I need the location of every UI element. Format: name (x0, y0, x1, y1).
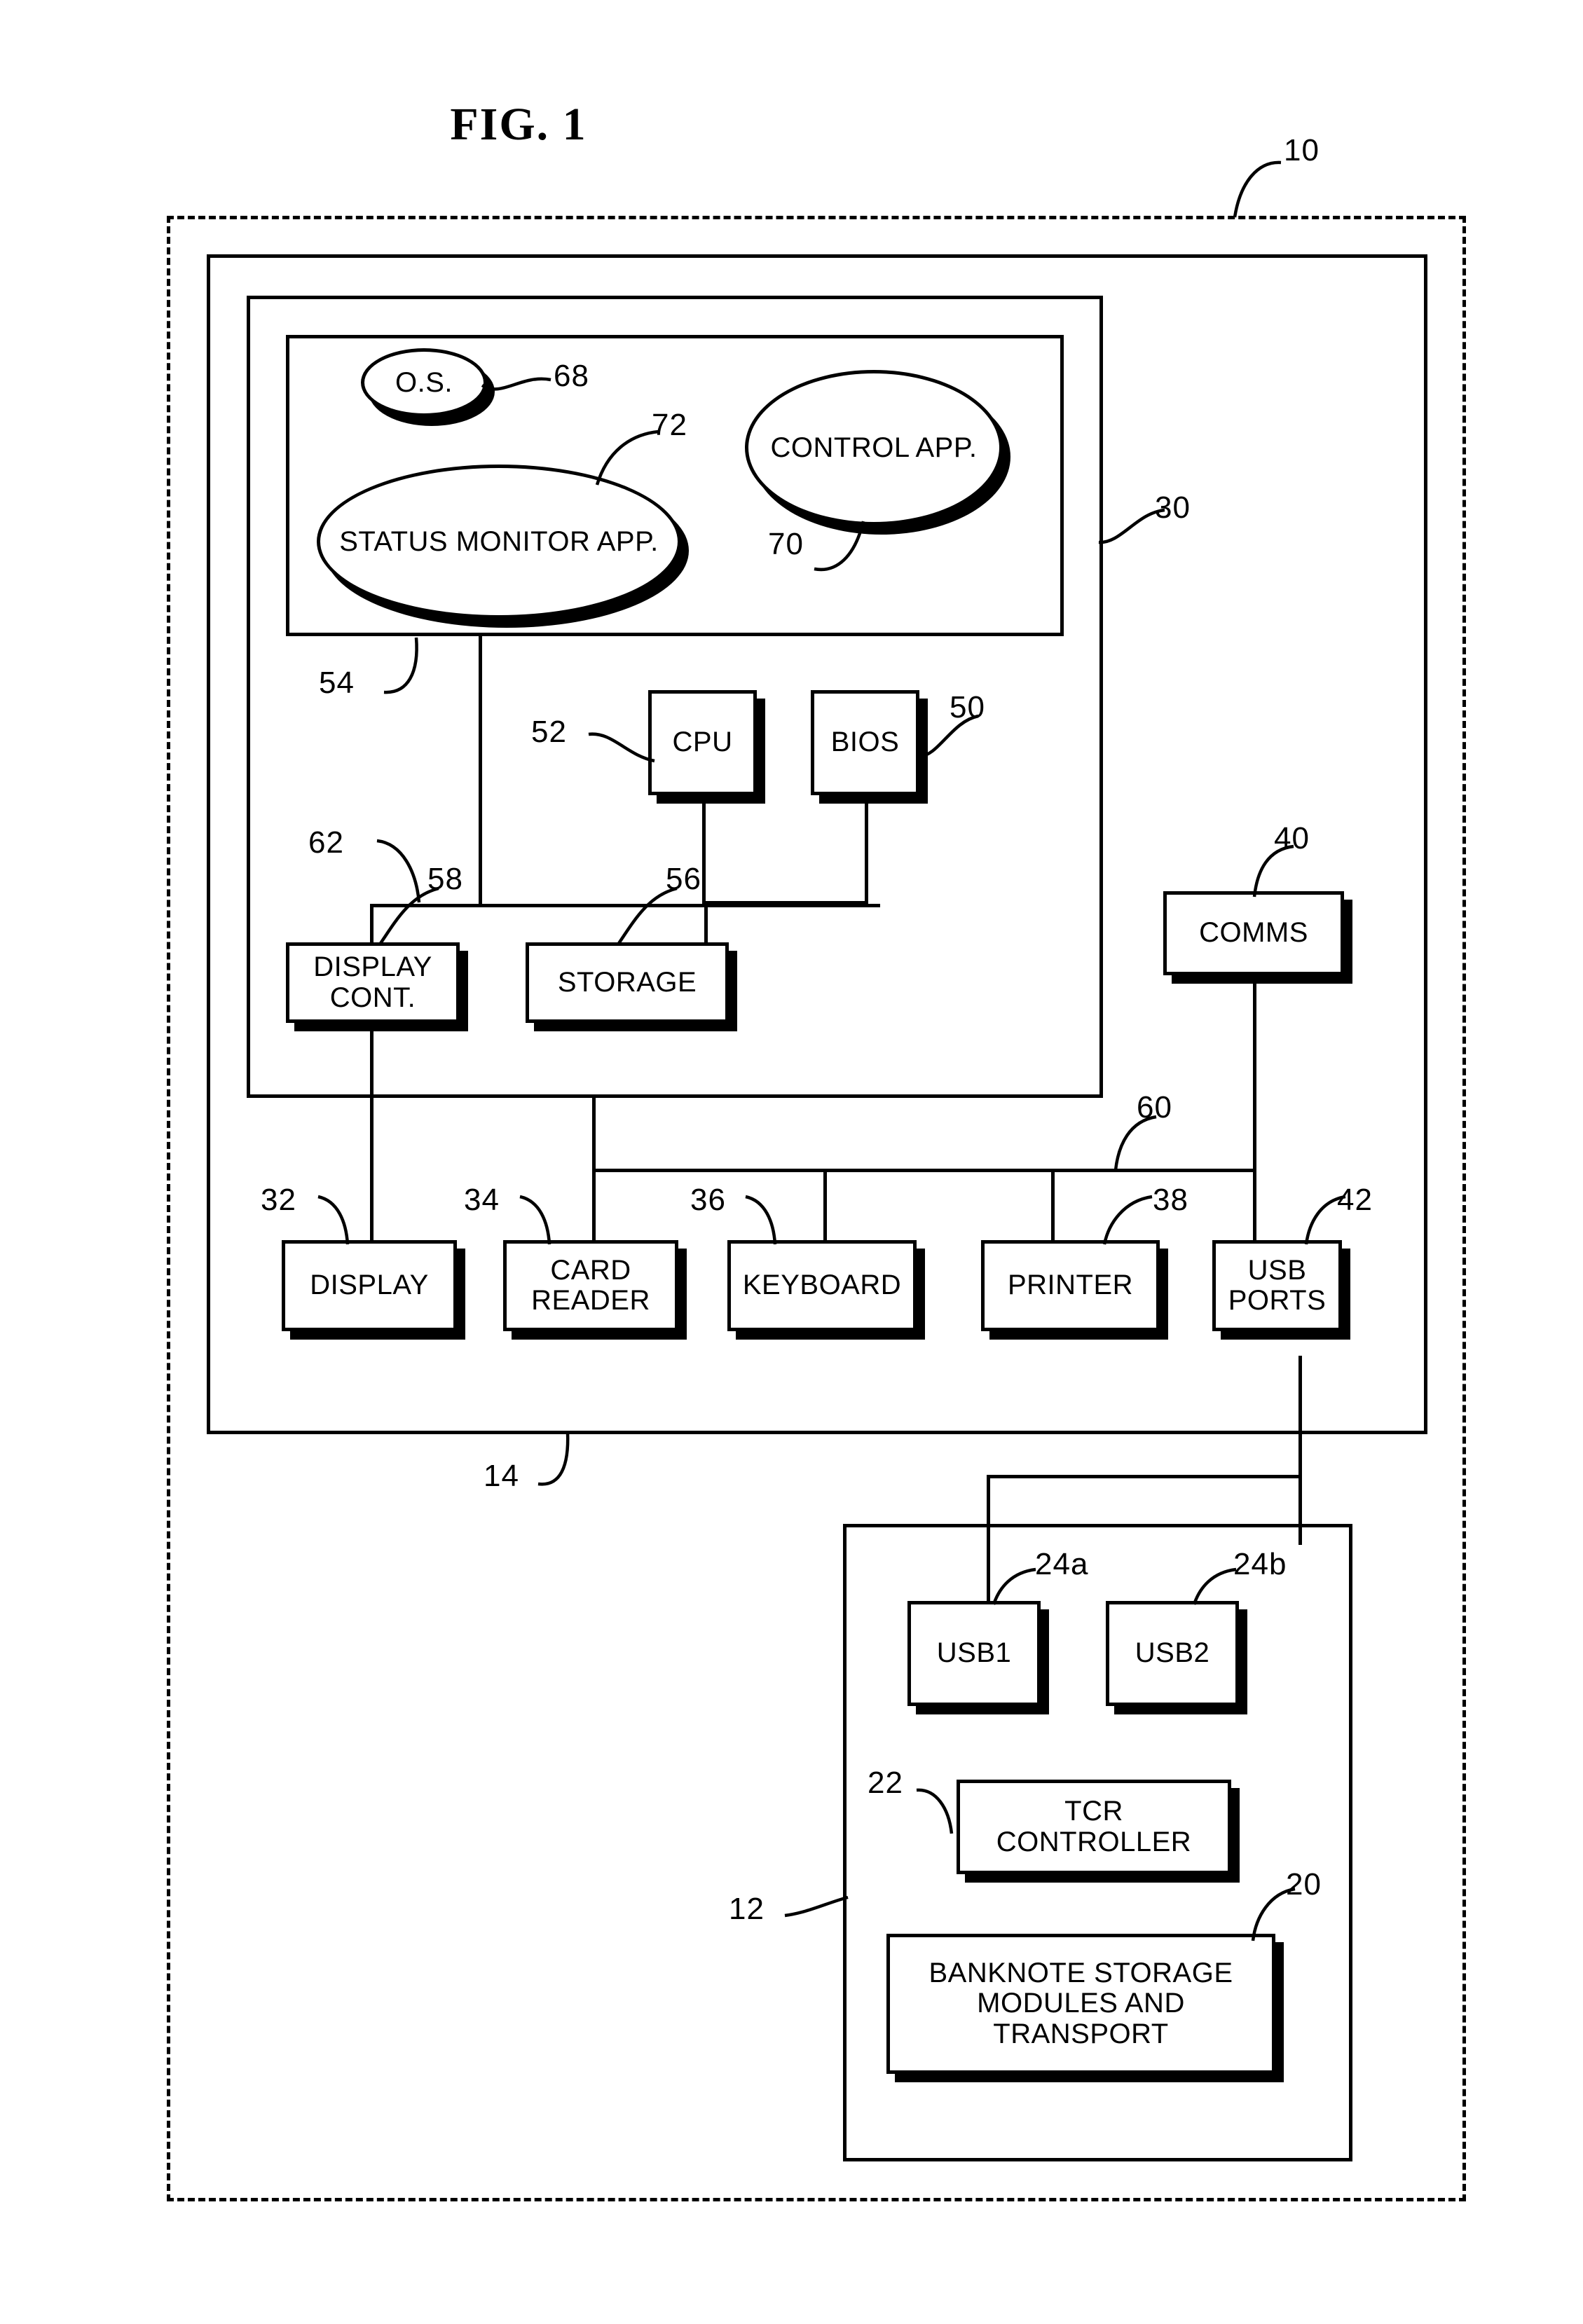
bios-box[interactable]: BIOS (811, 690, 919, 795)
card-reader-box[interactable]: CARD READER (503, 1240, 678, 1331)
comms-box[interactable]: COMMS (1163, 891, 1344, 975)
bios-label: BIOS (830, 727, 900, 758)
leader-38 (1102, 1195, 1153, 1245)
ref-20: 20 (1286, 1867, 1322, 1902)
ref-32: 32 (261, 1183, 296, 1217)
line-bios-down (865, 796, 868, 901)
printer-box[interactable]: PRINTER (981, 1240, 1160, 1331)
figure-title: FIG. 1 (450, 99, 587, 150)
ref-42: 42 (1337, 1183, 1373, 1217)
display-controller-label: DISPLAY CONT. (313, 951, 432, 1013)
control-app-label: CONTROL APP. (770, 432, 978, 463)
line-bus60-cardreader (592, 1169, 596, 1240)
usb-ports-label: USB PORTS (1228, 1254, 1327, 1316)
banknote-storage-label: BANKNOTE STORAGE MODULES AND TRANSPORT (928, 1958, 1233, 2049)
display-controller-box[interactable]: DISPLAY CONT. (286, 942, 460, 1023)
line-bus62-storage (704, 904, 708, 942)
leader-10 (1233, 160, 1282, 218)
display-box[interactable]: DISPLAY (282, 1240, 457, 1331)
cpu-box[interactable]: CPU (648, 690, 757, 795)
line-bus62-left (370, 904, 374, 942)
card-reader-label: CARD READER (531, 1254, 650, 1316)
usb1-label: USB1 (936, 1637, 1012, 1669)
keyboard-box[interactable]: KEYBOARD (727, 1240, 917, 1331)
line-bus60-usbports (1253, 1169, 1256, 1240)
storage-box[interactable]: STORAGE (526, 942, 729, 1023)
ref-24a: 24a (1035, 1547, 1089, 1581)
os-ellipse[interactable]: O.S. (361, 348, 487, 417)
line-usbports-down (1298, 1356, 1302, 1545)
leader-32 (317, 1195, 350, 1245)
ref-58: 58 (427, 862, 463, 896)
line-software-to-bus (479, 636, 482, 906)
storage-label: STORAGE (557, 966, 697, 998)
line-displaycont-to-display (370, 1023, 374, 1240)
ref-52: 52 (531, 715, 567, 749)
ref-36: 36 (690, 1183, 726, 1217)
banknote-storage-box[interactable]: BANKNOTE STORAGE MODULES AND TRANSPORT (886, 1934, 1275, 2074)
ref-70: 70 (768, 527, 804, 561)
line-bus60-printer (1051, 1169, 1055, 1240)
ref-54: 54 (319, 666, 355, 700)
ref-40: 40 (1274, 821, 1310, 855)
ref-56: 56 (666, 862, 701, 896)
line-comms-to-bus60 (1253, 975, 1256, 1170)
tcr-controller-label: TCR CONTROLLER (996, 1796, 1192, 1857)
leader-12 (784, 1895, 849, 1918)
line-cpu-down (702, 796, 706, 906)
status-monitor-app-ellipse[interactable]: STATUS MONITOR APP. (317, 465, 681, 619)
display-label: DISPLAY (310, 1270, 429, 1301)
leader-14 (537, 1431, 570, 1486)
usb-ports-box[interactable]: USB PORTS (1212, 1240, 1342, 1331)
usb1-box[interactable]: USB1 (907, 1601, 1041, 1706)
line-usbports-across (987, 1475, 1302, 1478)
comms-label: COMMS (1199, 917, 1308, 949)
leader-54 (383, 637, 418, 694)
line-to-usb1 (987, 1475, 990, 1601)
ref-68: 68 (554, 359, 589, 393)
ref-12: 12 (729, 1892, 765, 1926)
ref-50: 50 (950, 690, 985, 724)
ref-72: 72 (652, 408, 687, 442)
leader-34 (519, 1195, 551, 1245)
ref-30: 30 (1155, 490, 1191, 525)
ref-24b: 24b (1233, 1547, 1287, 1581)
line-bus60-keyboard (823, 1169, 827, 1240)
leader-68 (481, 377, 551, 391)
control-app-ellipse[interactable]: CONTROL APP. (745, 370, 1003, 525)
line-bus60-to-pcinner (592, 1098, 596, 1170)
leader-24a (992, 1567, 1036, 1605)
ref-22: 22 (868, 1766, 903, 1800)
ref-14: 14 (484, 1459, 519, 1493)
ref-10: 10 (1284, 133, 1320, 167)
leader-22 (916, 1788, 954, 1834)
os-label: O.S. (395, 367, 453, 398)
ref-60: 60 (1137, 1090, 1172, 1125)
leader-36 (745, 1195, 777, 1245)
tcr-controller-box[interactable]: TCR CONTROLLER (957, 1780, 1231, 1874)
ref-38: 38 (1153, 1183, 1188, 1217)
keyboard-label: KEYBOARD (742, 1270, 902, 1301)
leader-70 (814, 521, 865, 572)
usb2-box[interactable]: USB2 (1106, 1601, 1239, 1706)
cpu-label: CPU (672, 727, 733, 758)
patent-figure: FIG. 1 O.S. STATUS MONITOR APP. CONTROL … (0, 0, 1583, 2324)
leader-52 (588, 732, 655, 763)
ref-34: 34 (464, 1183, 500, 1217)
ref-62: 62 (308, 825, 344, 860)
usb2-label: USB2 (1135, 1637, 1210, 1669)
printer-label: PRINTER (1007, 1270, 1134, 1301)
status-monitor-app-label: STATUS MONITOR APP. (339, 526, 659, 557)
